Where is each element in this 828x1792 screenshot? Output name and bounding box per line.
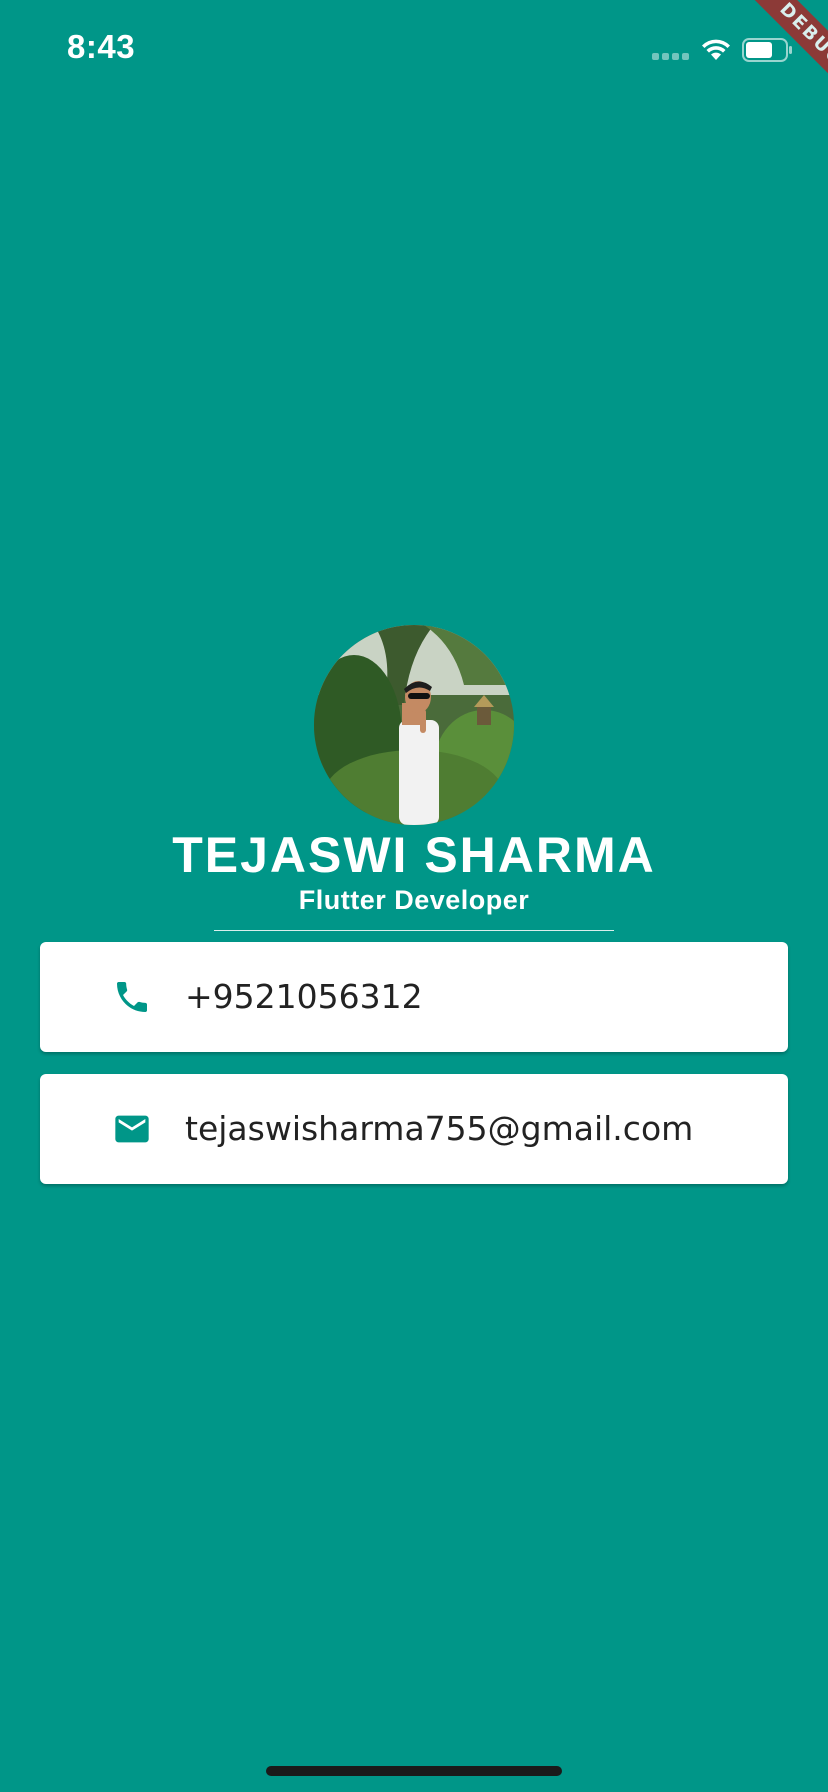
phone-number: +9521056312	[185, 977, 423, 1016]
email-card[interactable]: tejaswisharma755@gmail.com	[40, 1074, 788, 1184]
email-address: tejaswisharma755@gmail.com	[185, 1109, 694, 1148]
debug-banner-label: DEBUG	[740, 0, 828, 106]
cellular-signal-icon	[652, 53, 689, 60]
status-bar: 8:43	[0, 0, 828, 100]
profile-photo	[314, 625, 514, 825]
debug-banner: DEBUG	[708, 0, 828, 120]
divider	[214, 930, 614, 931]
email-icon	[115, 1115, 149, 1143]
profile-avatar	[314, 625, 514, 825]
phone-card[interactable]: +9521056312	[40, 942, 788, 1052]
status-time: 8:43	[67, 28, 136, 65]
profile-role: Flutter Developer	[298, 885, 530, 915]
profile-name: TEJASWI SHARMA	[172, 827, 656, 883]
phone-icon	[117, 982, 147, 1012]
home-indicator[interactable]	[266, 1766, 562, 1776]
